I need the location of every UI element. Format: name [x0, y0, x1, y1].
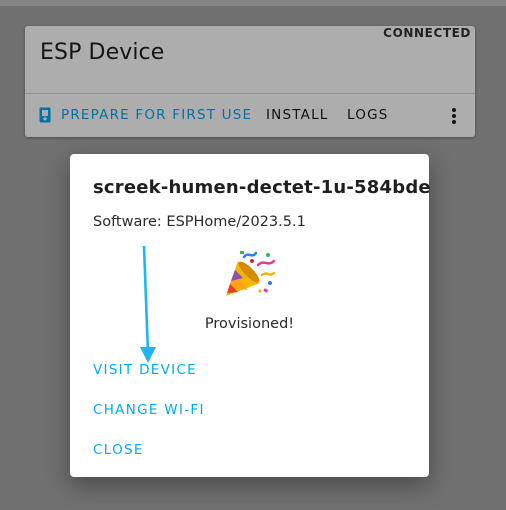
party-popper-icon [226, 251, 276, 296]
dialog-title: screek-humen-dectet-1u-584bde [93, 177, 431, 198]
change-wifi-button[interactable]: CHANGE WI-FI [93, 402, 205, 418]
software-version: Software: ESPHome/2023.5.1 [93, 214, 306, 230]
provision-dialog: screek-humen-dectet-1u-584bde Software: … [70, 154, 431, 477]
arrow-down-annotation [140, 246, 156, 363]
provision-status: Provisioned! [204, 316, 295, 332]
close-button[interactable]: CLOSE [93, 442, 144, 458]
